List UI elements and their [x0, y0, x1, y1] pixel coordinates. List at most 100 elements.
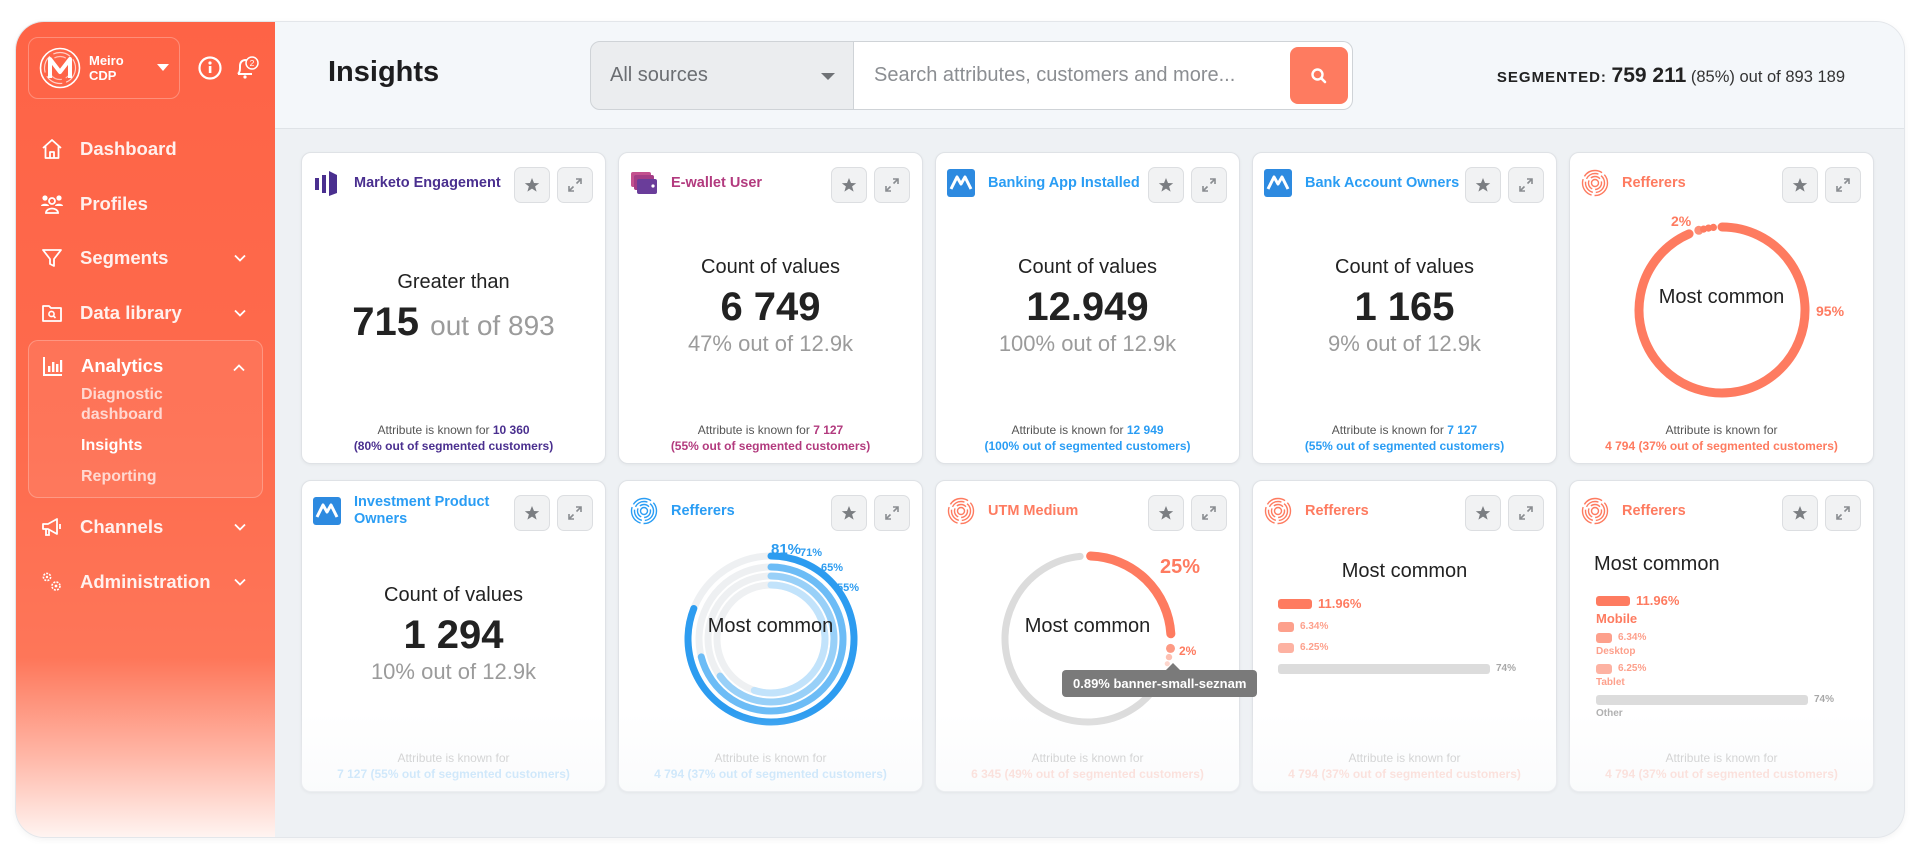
source-select[interactable]: All sources — [590, 41, 854, 110]
bar-category-label: Other — [1596, 708, 1623, 719]
footer-detail: 4 794 (37% out of segmented customers) — [654, 767, 887, 781]
card-title: Banking App Installed — [988, 174, 1140, 191]
bar-mark — [1596, 663, 1612, 674]
search-input[interactable] — [854, 42, 1284, 109]
search-box — [854, 41, 1353, 110]
expand-button[interactable] — [1508, 167, 1544, 203]
chevron-down-icon — [234, 523, 246, 531]
donut-minor-segment[interactable] — [1165, 653, 1173, 661]
nav-label: Administration — [80, 570, 211, 592]
favorite-button[interactable] — [1148, 167, 1184, 203]
expand-button[interactable] — [1508, 495, 1544, 531]
star-icon — [1792, 506, 1808, 520]
bar-mark — [1596, 595, 1630, 606]
card-header: Banking App Installed — [947, 162, 1229, 204]
footer-count: 12 949 — [1126, 423, 1164, 437]
bar-pct-label: 11.96% — [1318, 596, 1362, 611]
info-icon[interactable] — [197, 55, 223, 81]
bars-heading-text: Most common — [1341, 560, 1468, 582]
footer-text: Attribute is known for — [1348, 751, 1461, 765]
nav-subitem-diagnostic-dashboard[interactable]: Diagnostic dashboard — [81, 385, 191, 425]
footer-text: Attribute is known for — [697, 423, 810, 437]
home-icon — [40, 137, 64, 161]
footer-text: Attribute is known for — [397, 751, 510, 765]
nav-item-data-library[interactable]: Data library — [28, 286, 263, 341]
nav-item-dashboard[interactable]: Dashboard — [28, 122, 263, 177]
footer-text: Attribute is known for — [1031, 751, 1144, 765]
nav-item-profiles[interactable]: Profiles — [28, 177, 263, 232]
bar-category-label: Mobile — [1596, 611, 1638, 626]
nav-item-analytics[interactable]: Analytics — [29, 341, 262, 391]
card-metric: Count of values 12.949 100% out of 12.9k — [936, 256, 1239, 357]
donut-primary-segment[interactable] — [1634, 222, 1810, 398]
notifications-bell-icon[interactable]: 2 — [233, 55, 259, 81]
insight-card: Banking App Installed Count of values 12… — [935, 152, 1240, 464]
bar-item[interactable]: 6.25% — [1278, 642, 1516, 653]
donut-center-label: Most common — [1024, 615, 1151, 637]
nav-subitem-reporting[interactable]: Reporting — [81, 467, 262, 487]
favorite-button[interactable] — [1465, 167, 1501, 203]
star-icon — [1475, 178, 1491, 192]
bar-item[interactable]: 74% Other — [1596, 694, 1834, 719]
metric-label: Greater than — [397, 271, 510, 293]
favorite-button[interactable] — [831, 167, 867, 203]
expand-button[interactable] — [1191, 167, 1227, 203]
bar-list: 11.96% 6.34% 6.25% 74% — [1278, 596, 1516, 684]
expand-button[interactable] — [874, 167, 910, 203]
nav-item-channels[interactable]: Channels — [28, 500, 263, 555]
card-footer: Attribute is known for 6 345 (49% out of… — [936, 750, 1239, 782]
bar-pct-label: 74% — [1496, 663, 1517, 674]
card-footer: Attribute is known for 10 360 (80% out o… — [302, 422, 605, 454]
megaphone-icon — [40, 515, 64, 539]
card-metric: Greater than 715 out of 893 — [302, 271, 605, 350]
radial-bar[interactable] — [750, 581, 829, 697]
footer-count: 7 127 — [813, 423, 844, 437]
card-footer: Attribute is known for 7 127 (55% out of… — [302, 750, 605, 782]
favorite-button[interactable] — [1782, 495, 1818, 531]
bar-item[interactable]: 6.34% Desktop — [1596, 632, 1834, 657]
star-icon — [524, 178, 540, 192]
bar-item[interactable]: 6.34% — [1278, 621, 1516, 632]
nav-item-segments[interactable]: Segments — [28, 231, 263, 286]
nav-label: Profiles — [80, 192, 148, 214]
metric-label: Count of values — [1018, 256, 1157, 278]
bar-chart-icon — [41, 354, 65, 378]
card-title: Refferers — [1305, 502, 1369, 519]
workspace-switcher[interactable]: Meiro CDP — [28, 37, 180, 99]
nav-label: Segments — [80, 247, 169, 269]
bar-item[interactable]: 11.96% — [1278, 596, 1516, 611]
favorite-button[interactable] — [1465, 495, 1501, 531]
nav-item-administration[interactable]: Administration — [28, 555, 263, 610]
nav-label: Channels — [80, 516, 164, 538]
bar-mark — [1596, 694, 1808, 705]
bar-item[interactable]: 6.25% Tablet — [1596, 663, 1834, 688]
nav-label: Analytics — [81, 355, 164, 376]
expand-button[interactable] — [557, 167, 593, 203]
footer-text: Attribute is known for — [1331, 423, 1444, 437]
metric-value: 1 294 — [403, 613, 504, 657]
card-header: Refferers — [1581, 490, 1863, 532]
card-header: Investment Product Owners — [313, 490, 595, 532]
metric-label: Count of values — [1335, 256, 1474, 278]
bar-list: 11.96% Mobile 6.34% Desktop 6.25% Tablet… — [1596, 593, 1834, 725]
bar-item[interactable]: 74% — [1278, 663, 1516, 674]
expand-icon — [885, 178, 899, 192]
card-header: Refferers — [1264, 490, 1546, 532]
expand-button[interactable] — [557, 495, 593, 531]
bars-heading-text: Most common — [1594, 553, 1720, 575]
favorite-button[interactable] — [514, 167, 550, 203]
radial-pct-label: 65% — [821, 562, 844, 574]
bar-item[interactable]: 11.96% Mobile — [1596, 593, 1834, 626]
metric-label: Count of values — [701, 256, 840, 278]
brand-name: Meiro CDP — [89, 53, 124, 83]
search-button[interactable] — [1290, 47, 1348, 104]
donut-minor-segment[interactable] — [1166, 643, 1175, 653]
favorite-button[interactable] — [514, 495, 550, 531]
donut-other-segment[interactable] — [1001, 552, 1165, 726]
nav-subitem-insights[interactable]: Insights — [81, 436, 262, 456]
card-footer: Attribute is known for 4 794 (37% out of… — [1570, 422, 1873, 454]
expand-button[interactable] — [1825, 495, 1861, 531]
meiro-logo-icon — [39, 47, 81, 89]
donut-minor-pct: 2% — [1671, 213, 1692, 229]
metric-value: 715 — [352, 300, 420, 344]
